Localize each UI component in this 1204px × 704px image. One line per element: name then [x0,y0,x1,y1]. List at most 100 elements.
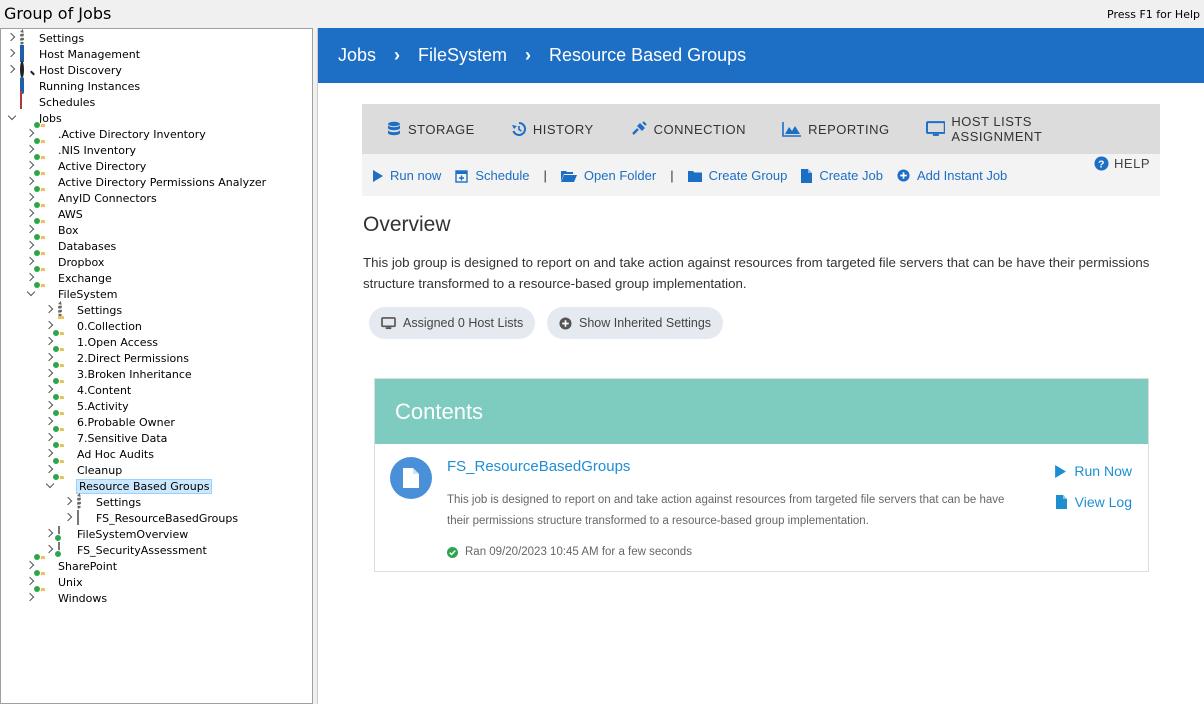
chevron-right-icon[interactable] [44,302,56,318]
chevron-down-icon[interactable] [6,110,18,126]
tree-item-label: FileSystemOverview [77,527,189,541]
tree-item[interactable]: Active Directory Permissions Analyzer [25,169,267,190]
tree-item[interactable]: Settings [63,493,142,510]
action-divider: | [670,168,674,183]
plus-circle-icon [559,316,572,330]
title-bar: Group of Jobs Press F1 for Help [0,0,1204,28]
job-last-run: Ran 09/20/2023 10:45 AM for a few second… [447,546,692,558]
tree-item-label: AWS [58,207,83,221]
job-group-folder-icon [52,393,74,413]
tree-item[interactable]: FileSystemOverview [44,526,188,542]
breadcrumb-jobs[interactable]: Jobs [338,45,376,66]
tree-item-label: Host Management [39,47,141,61]
tree-item-label: Active Directory [58,159,147,173]
job-group-folder-icon [52,425,74,445]
breadcrumb-resource-based-groups[interactable]: Resource Based Groups [549,45,746,66]
plus-circle-icon [897,169,910,182]
assigned-host-lists-button[interactable]: Assigned 0 Host Lists [369,307,536,339]
run-now-label: Run now [390,168,442,183]
chevron-right-icon[interactable] [6,62,18,78]
create-job-action[interactable]: Create Job [801,168,883,183]
job-last-run-text: Ran 09/20/2023 10:45 AM for a few second… [465,546,692,558]
tree-item[interactable]: Settings [6,29,84,46]
job-file-icon [390,457,432,499]
tree-item-label: 5.Activity [77,399,129,413]
tab-host-lists-label: HOST LISTS ASSIGNMENT [951,114,1043,144]
tree-item[interactable]: 2.Direct Permissions [44,345,189,366]
job-run-now-label: Run Now [1074,463,1132,479]
job-group-folder-icon [33,233,55,253]
tree-item[interactable]: .Active Directory Inventory [25,121,206,142]
tree-item[interactable]: FS_SecurityAssessment [44,542,207,558]
run-now-action[interactable]: Run now [372,168,441,183]
chevron-right-icon[interactable] [6,46,18,62]
tab-reporting[interactable]: REPORTING [782,121,890,137]
job-group-folder-icon [33,265,55,285]
job-group-folder-icon [33,281,55,301]
tree-item-label: Active Directory Permissions Analyzer [58,175,267,189]
contents-header: Contents [375,379,1148,444]
tab-storage-label: STORAGE [408,121,475,137]
tree-item[interactable]: Windows [25,585,107,606]
open-folder-label: Open Folder [583,168,657,183]
tree-item-label: 1.Open Access [77,335,159,349]
navigation-tree[interactable]: Settings Host Management Host Discovery Run… [0,28,313,704]
job-group-folder-icon [52,409,74,429]
chevron-right-icon[interactable] [63,494,75,510]
tree-item[interactable]: Host Management [6,45,141,62]
folder-icon [58,319,74,333]
monitor-icon [20,45,36,62]
tree-item[interactable]: FS_ResourceBasedGroups [63,510,238,526]
job-group-folder-icon [52,473,74,493]
chevron-right-icon[interactable] [6,30,18,46]
tab-connection[interactable]: CONNECTION [630,121,746,137]
question-circle-icon: ? [1094,156,1109,171]
database-icon [388,121,400,136]
tab-history[interactable]: HISTORY [511,121,594,137]
assigned-host-lists-label: Assigned 0 Host Lists [403,316,524,330]
job-group-folder-icon [52,377,74,397]
tree-item-label: 2.Direct Permissions [77,351,189,365]
job-view-log-button[interactable]: View Log [1055,494,1132,510]
create-group-action[interactable]: Create Group [687,168,787,183]
tab-host-lists-assignment[interactable]: HOST LISTS ASSIGNMENT [925,114,1124,144]
job-group-folder-icon [33,217,55,237]
open-folder-action[interactable]: Open Folder [560,168,657,183]
tab-storage[interactable]: STORAGE [386,121,475,137]
help-label: HELP [1114,156,1150,171]
job-document-icon [77,510,93,525]
magnifier-icon [20,61,36,78]
tree-item[interactable]: Host Discovery [6,61,122,78]
tree-item-label: 3.Broken Inheritance [77,367,192,381]
tree-item[interactable]: FileSystem [25,281,117,302]
job-run-now-button[interactable]: Run Now [1054,463,1132,479]
show-inherited-settings-button[interactable]: Show Inherited Settings [547,307,724,339]
job-group-folder-icon [33,249,55,269]
play-icon [373,169,383,182]
tree-item[interactable]: 3.Broken Inheritance [44,361,192,382]
job-document-checked-icon [54,526,74,542]
gears-icon [58,301,74,318]
breadcrumb-filesystem[interactable]: FileSystem [418,45,507,66]
folder-open-icon [560,170,577,182]
tree-item-label: 6.Probable Owner [77,415,175,429]
tree-item[interactable]: Running Instances [6,77,140,94]
job-group-folder-icon [52,345,74,365]
tree-item[interactable]: Schedules [6,91,95,110]
job-group-folder-icon [33,185,55,205]
add-instant-job-action[interactable]: Add Instant Job [897,168,1007,183]
tree-item[interactable]: Settings [44,301,122,318]
calendar-plus-icon [455,169,469,183]
help-button[interactable]: ? HELP [1094,156,1150,171]
job-name-link[interactable]: FS_ResourceBasedGroups [447,458,630,475]
schedule-action[interactable]: Schedule [455,168,530,183]
app-title: Group of Jobs [4,4,112,23]
calendar-icon [20,91,36,109]
tree-item-label: Settings [96,495,142,509]
job-group-folder-icon [33,169,55,189]
tree-item[interactable]: Resource Based Groups [44,473,213,494]
chevron-right-icon[interactable] [63,510,75,526]
job-document-checked-icon [54,542,74,558]
job-group-folder-icon [33,121,55,141]
